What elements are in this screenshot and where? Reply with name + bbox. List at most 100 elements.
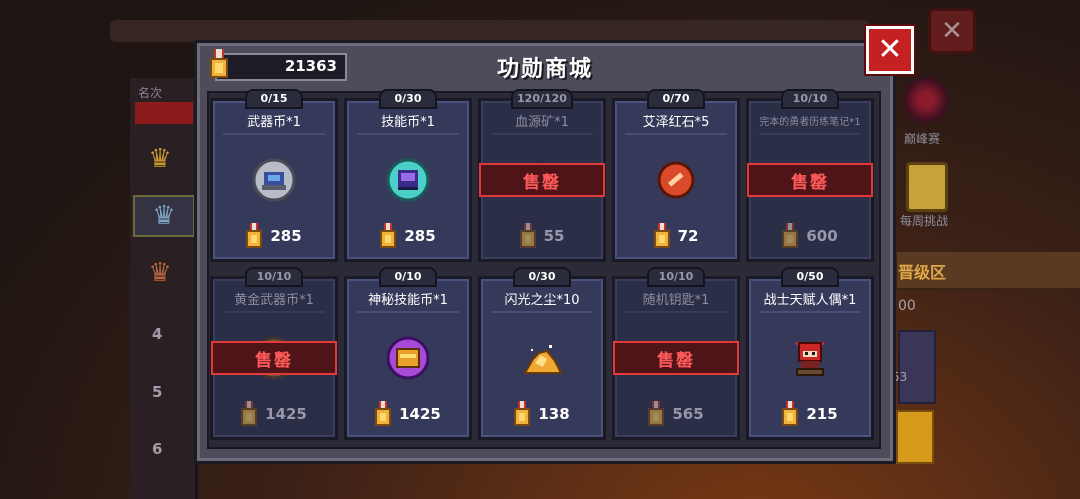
purchase-limit: 10/10 <box>245 267 303 287</box>
peak-match-label: 巅峰赛 <box>904 132 941 146</box>
price-value: 1425 <box>265 405 307 423</box>
purchase-limit: 0/30 <box>513 267 571 287</box>
name-divider <box>223 311 325 313</box>
sold-out-banner: 售罄 <box>747 163 873 197</box>
shop-item-card[interactable]: 0/50 战士天赋人偶*1 215 <box>746 267 874 440</box>
item-name: 战士天赋人偶*1 <box>763 293 857 308</box>
item-name: 随机钥匙*1 <box>642 293 710 308</box>
shop-item-card[interactable]: 0/15 武器币*1 285 <box>210 89 338 262</box>
price-value: 215 <box>806 405 838 423</box>
item-price: 565 <box>615 401 737 427</box>
price-value: 285 <box>404 227 436 245</box>
background-ribbon <box>110 20 870 42</box>
glitter-dust-icon <box>519 335 565 381</box>
red-stone-icon <box>653 157 699 203</box>
price-value: 55 <box>543 227 565 245</box>
price-value: 1425 <box>399 405 441 423</box>
name-divider <box>491 311 593 313</box>
shop-item-card[interactable]: 0/30 闪光之尘*10 138 <box>478 267 606 440</box>
purchase-limit: 0/50 <box>781 267 839 287</box>
side-box <box>898 330 936 404</box>
sold-out-banner: 售罄 <box>613 341 739 375</box>
item-price: 1425 <box>347 401 469 427</box>
skill-coin-icon <box>385 157 431 203</box>
medal-icon <box>782 401 799 426</box>
name-divider <box>357 311 459 313</box>
shop-item-card[interactable]: 0/10 神秘技能币*1 1425 <box>344 267 472 440</box>
warrior-doll-icon <box>787 335 833 381</box>
name-divider <box>759 311 861 313</box>
shop-item-card[interactable]: 0/30 技能币*1 285 <box>344 89 472 262</box>
medal-icon <box>648 401 665 426</box>
weapon-coin-icon <box>251 157 297 203</box>
mystic-skill-coin-icon <box>385 335 431 381</box>
background-close-button: ✕ <box>928 8 976 54</box>
shop-item-card: 120/120 血源矿*1 55 售罄 <box>478 89 606 262</box>
price-value: 600 <box>806 227 838 245</box>
crown-bronze-icon: ♛ <box>148 258 172 288</box>
sold-out-banner: 售罄 <box>211 341 337 375</box>
purchase-limit: 0/30 <box>379 89 437 109</box>
shop-item-card[interactable]: 0/70 艾泽红石*5 72 <box>612 89 740 262</box>
item-price: 285 <box>347 223 469 249</box>
item-price: 600 <box>749 223 871 249</box>
item-name: 血源矿*1 <box>515 115 569 130</box>
medal-icon <box>375 401 392 426</box>
side-value-1: 00 <box>898 298 916 314</box>
purchase-limit: 0/70 <box>647 89 705 109</box>
item-price: 215 <box>749 401 871 427</box>
weekly-challenge-icon <box>906 162 948 212</box>
price-value: 72 <box>677 227 699 245</box>
item-name: 武器币*1 <box>247 115 301 130</box>
item-name: 神秘技能币*1 <box>368 293 448 308</box>
medal-icon <box>782 223 799 248</box>
shop-item-card: 10/10 黄金武器币*1 1425 售罄 <box>210 267 338 440</box>
item-price: 285 <box>213 223 335 249</box>
rank-number-5: 5 <box>152 383 163 401</box>
rank-highlight-bar <box>135 102 193 124</box>
purchase-limit: 10/10 <box>647 267 705 287</box>
item-name: 闪光之尘*10 <box>504 293 580 308</box>
medal-icon <box>519 223 536 248</box>
peak-match-icon <box>902 74 950 126</box>
crown-silver-icon: ♛ <box>133 195 195 237</box>
item-price: 55 <box>481 223 603 249</box>
purchase-limit: 0/10 <box>379 267 437 287</box>
medal-icon <box>514 401 531 426</box>
name-divider <box>491 133 593 135</box>
name-divider <box>357 133 459 135</box>
close-button[interactable]: ✕ <box>864 24 916 76</box>
name-divider <box>625 311 727 313</box>
shop-item-card: 10/10 随机钥匙*1 565 售罄 <box>612 267 740 440</box>
promotion-label: 晋级区 <box>898 263 947 282</box>
name-divider <box>625 133 727 135</box>
price-value: 138 <box>538 405 570 423</box>
sold-out-banner: 售罄 <box>479 163 605 197</box>
crown-gold-icon: ♛ <box>148 144 172 174</box>
item-name: 艾泽红石*5 <box>642 115 710 130</box>
rank-number-6: 6 <box>152 440 163 458</box>
medal-icon <box>241 401 258 426</box>
price-value: 285 <box>270 227 302 245</box>
purchase-limit: 10/10 <box>781 89 839 109</box>
item-name: 完本的勇者历练笔记*1 <box>759 117 861 128</box>
name-divider <box>223 133 325 135</box>
medal-icon <box>380 223 397 248</box>
medal-icon <box>653 223 670 248</box>
item-name: 黄金武器币*1 <box>234 293 314 308</box>
weekly-challenge-label: 每周挑战 <box>900 214 949 228</box>
dialog-title: 功勋商城 <box>496 57 593 82</box>
rank-number-4: 4 <box>152 325 163 343</box>
shop-item-card: 10/10 完本的勇者历练笔记*1 600 售罄 <box>746 89 874 262</box>
side-gold-block <box>896 410 934 464</box>
item-name: 技能币*1 <box>381 115 435 130</box>
price-value: 565 <box>672 405 704 423</box>
item-price: 138 <box>481 401 603 427</box>
item-price: 72 <box>615 223 737 249</box>
purchase-limit: 0/15 <box>245 89 303 109</box>
name-divider <box>759 133 861 135</box>
rank-header: 名次 <box>138 86 163 100</box>
purchase-limit: 120/120 <box>511 89 573 109</box>
medal-icon <box>246 223 263 248</box>
item-price: 1425 <box>213 401 335 427</box>
